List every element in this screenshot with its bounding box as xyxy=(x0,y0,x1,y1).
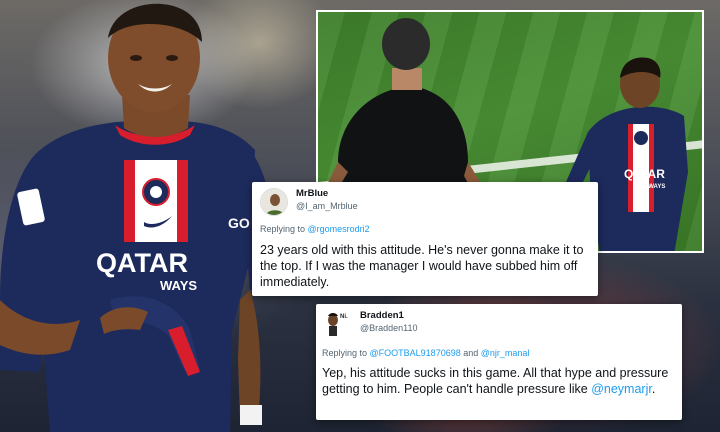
inset-sponsor-subtext: AIRWAYS xyxy=(638,184,665,190)
reply-join: and xyxy=(460,348,481,358)
tweet-text-container: Yep, his attitude sucks in this game. Al… xyxy=(322,365,678,397)
tweet-card[interactable]: MrBlue @I_am_Mrblue Replying to @rgomesr… xyxy=(252,182,598,296)
tweet-display-name[interactable]: MrBlue xyxy=(296,188,328,199)
jersey-sponsor-text: QATAR xyxy=(96,248,188,278)
reply-prefix: Replying to xyxy=(322,348,370,358)
tweet-card[interactable]: Ni. Bradden1 @Bradden110 Replying to @FO… xyxy=(316,304,682,420)
inset-sponsor-text: QATAR xyxy=(624,167,665,181)
tweet-handle[interactable]: @I_am_Mrblue xyxy=(296,201,358,211)
jersey-sponsor-subtext: WAYS xyxy=(160,278,197,293)
reply-context: Replying to @rgomesrodri2 xyxy=(260,224,370,234)
avatar-image xyxy=(261,189,287,215)
tweet-handle[interactable]: @Bradden110 xyxy=(360,323,418,333)
reply-mention-link[interactable]: @rgomesrodri2 xyxy=(308,224,370,234)
tweet-display-name[interactable]: Bradden1 xyxy=(360,310,404,321)
reply-mention-link-2[interactable]: @njr_manal xyxy=(481,348,530,358)
reply-prefix: Replying to xyxy=(260,224,308,234)
avatar-tag-text: Ni. xyxy=(340,314,348,320)
reply-context: Replying to @FOOTBAL91870698 and @njr_ma… xyxy=(322,348,529,358)
reply-mention-link[interactable]: @FOOTBAL91870698 xyxy=(370,348,461,358)
tweet-text-mention[interactable]: @neymarjr xyxy=(591,382,652,396)
tweet-text-end: . xyxy=(651,382,656,396)
user-avatar[interactable] xyxy=(260,188,288,216)
svg-text:GO: GO xyxy=(228,215,250,231)
tweet-text: 23 years old with this attitude. He's ne… xyxy=(260,243,584,289)
